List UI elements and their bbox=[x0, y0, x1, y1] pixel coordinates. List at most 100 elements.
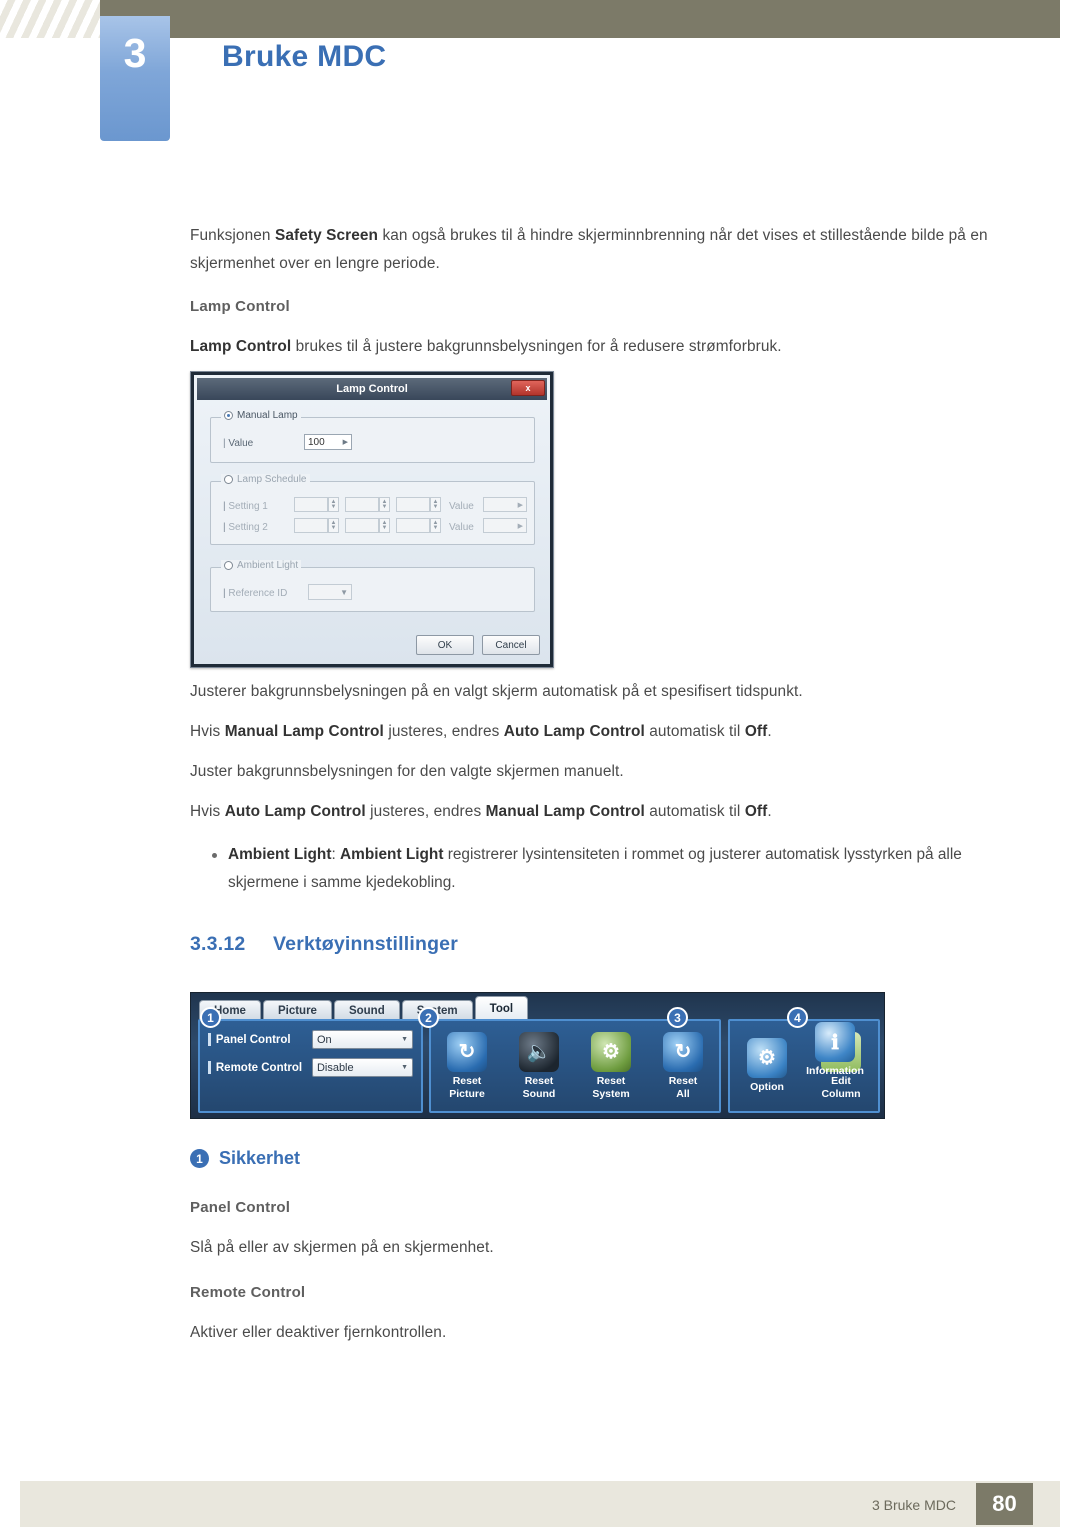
reset-all-label: Reset All bbox=[668, 1075, 698, 1100]
close-icon[interactable]: x bbox=[511, 380, 545, 396]
setting1-hour-input[interactable] bbox=[294, 497, 328, 512]
tab-sound[interactable]: Sound bbox=[333, 1000, 400, 1021]
callout-title: Sikkerhet bbox=[219, 1148, 301, 1168]
tool-tab-strip-image: Home Picture Sound System Tool Panel Con… bbox=[190, 992, 885, 1119]
reset-group: ↻ Reset Picture 🔈 Reset Sound ⚙ Reset Sy… bbox=[429, 1019, 721, 1113]
lamp-schedule-label: Lamp Schedule bbox=[237, 474, 307, 485]
callout-heading: 1 Sikkerhet bbox=[190, 1148, 300, 1169]
tab-bar: Home Picture Sound System Tool bbox=[199, 996, 529, 1021]
header-hatch-decoration bbox=[0, 0, 100, 38]
ambient-light-bullet: Ambient Light: Ambient Light registrerer… bbox=[212, 841, 1012, 897]
reset-sound-button[interactable]: 🔈 Reset Sound bbox=[506, 1032, 572, 1100]
page-title: Bruke MDC bbox=[222, 40, 387, 73]
option-button[interactable]: ⚙ Option bbox=[734, 1038, 800, 1094]
cancel-button[interactable]: Cancel bbox=[482, 635, 540, 655]
setting2-value-input[interactable]: ▶ bbox=[483, 518, 527, 533]
reset-all-icon: ↻ bbox=[663, 1032, 703, 1072]
option-label: Option bbox=[750, 1081, 784, 1094]
ambient-light-group-title[interactable]: Ambient Light bbox=[221, 560, 302, 571]
lamp-schedule-group: Lamp Schedule | Setting 1 ▲ ▼ ▲ ▼ ▲ ▼ Value… bbox=[210, 474, 535, 545]
chevron-down-icon: ▼ bbox=[401, 1064, 408, 1071]
reset-system-icon: ⚙ bbox=[591, 1032, 631, 1072]
header-right-margin bbox=[1060, 0, 1080, 38]
reset-all-button[interactable]: ↻ Reset All bbox=[650, 1032, 716, 1100]
dialog-frame: Lamp Control x Manual Lamp | Value 100 ▶… bbox=[191, 372, 553, 667]
information-button[interactable]: ℹ Information bbox=[795, 1022, 875, 1077]
reset-picture-label: Reset Picture bbox=[449, 1075, 485, 1100]
value-text: 100 bbox=[308, 436, 325, 448]
intro-paragraph: Funksjonen Safety Screen kan også brukes… bbox=[190, 227, 988, 272]
manual-lamp-label: Manual Lamp bbox=[237, 410, 298, 421]
reset-system-label: Reset System bbox=[592, 1075, 630, 1100]
setting1-second-stepper[interactable]: ▲ ▼ bbox=[430, 497, 441, 512]
chapter-number: 3 bbox=[123, 30, 147, 76]
security-group: Panel Control On ▼ Remote Control Disabl… bbox=[198, 1019, 423, 1113]
callout-badge: 1 bbox=[190, 1149, 209, 1168]
dialog-title-text: Lamp Control bbox=[336, 383, 408, 395]
setting2-second-input[interactable] bbox=[396, 518, 430, 533]
setting1-second-input[interactable] bbox=[396, 497, 430, 512]
setting2-label: | Setting 2 bbox=[223, 522, 268, 533]
lamp-control-description: Lamp Control brukes til å justere bakgru… bbox=[190, 338, 782, 355]
setting2-second-stepper[interactable]: ▲ ▼ bbox=[430, 518, 441, 533]
setting1-minute-input[interactable] bbox=[345, 497, 379, 512]
remote-control-row: Remote Control Disable ▼ bbox=[208, 1058, 413, 1077]
ambient-light-label: Ambient Light bbox=[237, 560, 299, 571]
manual-lamp-radio[interactable] bbox=[224, 411, 233, 420]
value-input[interactable]: 100 ▶ bbox=[304, 434, 352, 450]
panel-control-description: Slå på eller av skjermen på en skjermenh… bbox=[190, 1239, 494, 1256]
section-title: Verktøyinnstillinger bbox=[273, 933, 459, 955]
information-icon: ℹ bbox=[815, 1022, 855, 1062]
option-icon: ⚙ bbox=[747, 1038, 787, 1079]
manual-lamp-group: Manual Lamp | Value 100 ▶ bbox=[210, 410, 535, 463]
remote-control-heading: Remote Control bbox=[190, 1284, 306, 1301]
lamp-control-heading: Lamp Control bbox=[190, 298, 290, 315]
ambient-light-group: Ambient Light | Reference ID ▼ bbox=[210, 560, 535, 612]
chevron-down-icon: ▼ bbox=[401, 1036, 408, 1043]
setting1-value-input[interactable]: ▶ bbox=[483, 497, 527, 512]
ambient-light-bullet-text: Ambient Light: Ambient Light registrerer… bbox=[228, 846, 962, 891]
reset-picture-button[interactable]: ↻ Reset Picture bbox=[434, 1032, 500, 1100]
callout-badge-4: 4 bbox=[787, 1007, 808, 1028]
setting1-hour-stepper[interactable]: ▲ ▼ bbox=[328, 497, 339, 512]
callout-badge-1: 1 bbox=[200, 1007, 221, 1028]
setting2-hour-input[interactable] bbox=[294, 518, 328, 533]
setting2-minute-input[interactable] bbox=[345, 518, 379, 533]
lamp-control-dialog-image: Lamp Control x Manual Lamp | Value 100 ▶… bbox=[190, 371, 554, 668]
reference-id-label: | Reference ID bbox=[223, 588, 288, 599]
section-number: 3.3.12 bbox=[190, 933, 246, 955]
after-dialog-paragraph-1: Justerer bakgrunnsbelysningen på en valg… bbox=[190, 683, 803, 700]
reset-picture-icon: ↻ bbox=[447, 1032, 487, 1072]
row-marker-icon bbox=[208, 1033, 211, 1046]
after-dialog-paragraph-4: Hvis Auto Lamp Control justeres, endres … bbox=[190, 803, 772, 820]
lamp-schedule-radio[interactable] bbox=[224, 475, 233, 484]
remote-control-select[interactable]: Disable ▼ bbox=[311, 1058, 413, 1077]
remote-control-label: Remote Control bbox=[215, 1061, 303, 1074]
setting2-minute-stepper[interactable]: ▲ ▼ bbox=[379, 518, 390, 533]
dialog-titlebar: Lamp Control bbox=[197, 378, 547, 400]
reset-sound-icon: 🔈 bbox=[519, 1032, 559, 1072]
ok-button[interactable]: OK bbox=[416, 635, 474, 655]
lamp-schedule-group-title[interactable]: Lamp Schedule bbox=[221, 474, 310, 485]
ambient-light-radio[interactable] bbox=[224, 561, 233, 570]
setting2-value-label: Value bbox=[449, 522, 474, 533]
reference-id-select[interactable]: ▼ bbox=[308, 584, 352, 600]
manual-lamp-group-title[interactable]: Manual Lamp bbox=[221, 410, 301, 421]
callout-badge-2: 2 bbox=[418, 1007, 439, 1028]
panel-control-value: On bbox=[316, 1033, 332, 1046]
footer-right-margin bbox=[1060, 1481, 1080, 1527]
tab-picture[interactable]: Picture bbox=[262, 1000, 332, 1021]
panel-control-select[interactable]: On ▼ bbox=[311, 1030, 413, 1049]
row-marker-icon bbox=[208, 1061, 211, 1074]
footer-text: 3 Bruke MDC bbox=[871, 1497, 956, 1513]
remote-control-value: Disable bbox=[316, 1061, 354, 1074]
after-dialog-paragraph-2: Hvis Manual Lamp Control justeres, endre… bbox=[190, 723, 772, 740]
setting2-hour-stepper[interactable]: ▲ ▼ bbox=[328, 518, 339, 533]
section-heading: 3.3.12 Verktøyinnstillinger bbox=[190, 933, 458, 956]
setting1-minute-stepper[interactable]: ▲ ▼ bbox=[379, 497, 390, 512]
tab-tool[interactable]: Tool bbox=[474, 996, 529, 1021]
callout-badge-3: 3 bbox=[667, 1007, 688, 1028]
panel-control-row: Panel Control On ▼ bbox=[208, 1030, 413, 1049]
reset-system-button[interactable]: ⚙ Reset System bbox=[578, 1032, 644, 1100]
value-field-label: | Value bbox=[223, 438, 254, 449]
